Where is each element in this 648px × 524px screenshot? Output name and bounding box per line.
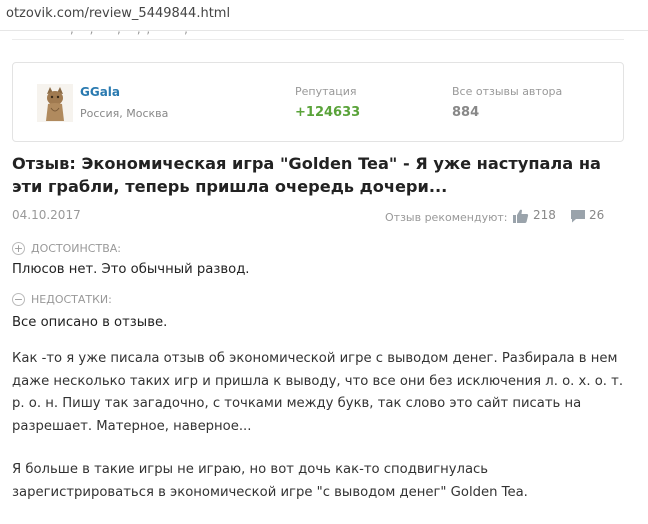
minus-circle-icon: −	[12, 293, 25, 306]
pros-label: ДОСТОИНСТВА:	[31, 242, 121, 255]
cons-text: Все описано в отзыве.	[12, 315, 168, 330]
cons-label: НЕДОСТАТКИ:	[31, 293, 112, 306]
author-location: Россия, Москва	[80, 107, 169, 120]
address-bar[interactable]: otzovik.com/review_5449844.html	[0, 0, 648, 31]
all-reviews-label[interactable]: Все отзывы автора	[452, 85, 562, 98]
thumbs-up-icon[interactable]	[513, 208, 529, 223]
pros-text: Плюсов нет. Это обычный развод.	[12, 262, 250, 277]
avatar[interactable]	[37, 84, 73, 122]
recommend-label: Отзыв рекомендуют:	[385, 211, 508, 224]
reputation-label: Репутация	[295, 85, 357, 98]
comment-icon[interactable]	[570, 208, 586, 223]
cons-header: − НЕДОСТАТКИ:	[12, 293, 112, 306]
pros-header: + ДОСТОИНСТВА:	[12, 242, 121, 255]
plus-circle-icon: +	[12, 242, 25, 255]
reputation-value: +124633	[295, 105, 361, 120]
review-title: Отзыв: Экономическая игра "Golden Tea" -…	[12, 154, 601, 196]
review-paragraph-2: Я больше в такие игры не играю, но вот д…	[12, 462, 528, 500]
review-date: 04.10.2017	[12, 208, 81, 222]
all-reviews-count[interactable]: 884	[452, 105, 479, 120]
author-name[interactable]: GGala	[80, 85, 120, 99]
url-text[interactable]: otzovik.com/review_5449844.html	[6, 6, 230, 21]
review-paragraph-1: Как -то я уже писала отзыв об экономичес…	[12, 351, 624, 434]
comments-count: 26	[589, 208, 605, 222]
likes-count: 218	[533, 208, 556, 222]
clipped-previous-content: — ‚ - , — , - ‚ , — - ‚ —	[12, 30, 624, 40]
author-card: GGala Россия, Москва Репутация +124633 В…	[12, 62, 624, 142]
